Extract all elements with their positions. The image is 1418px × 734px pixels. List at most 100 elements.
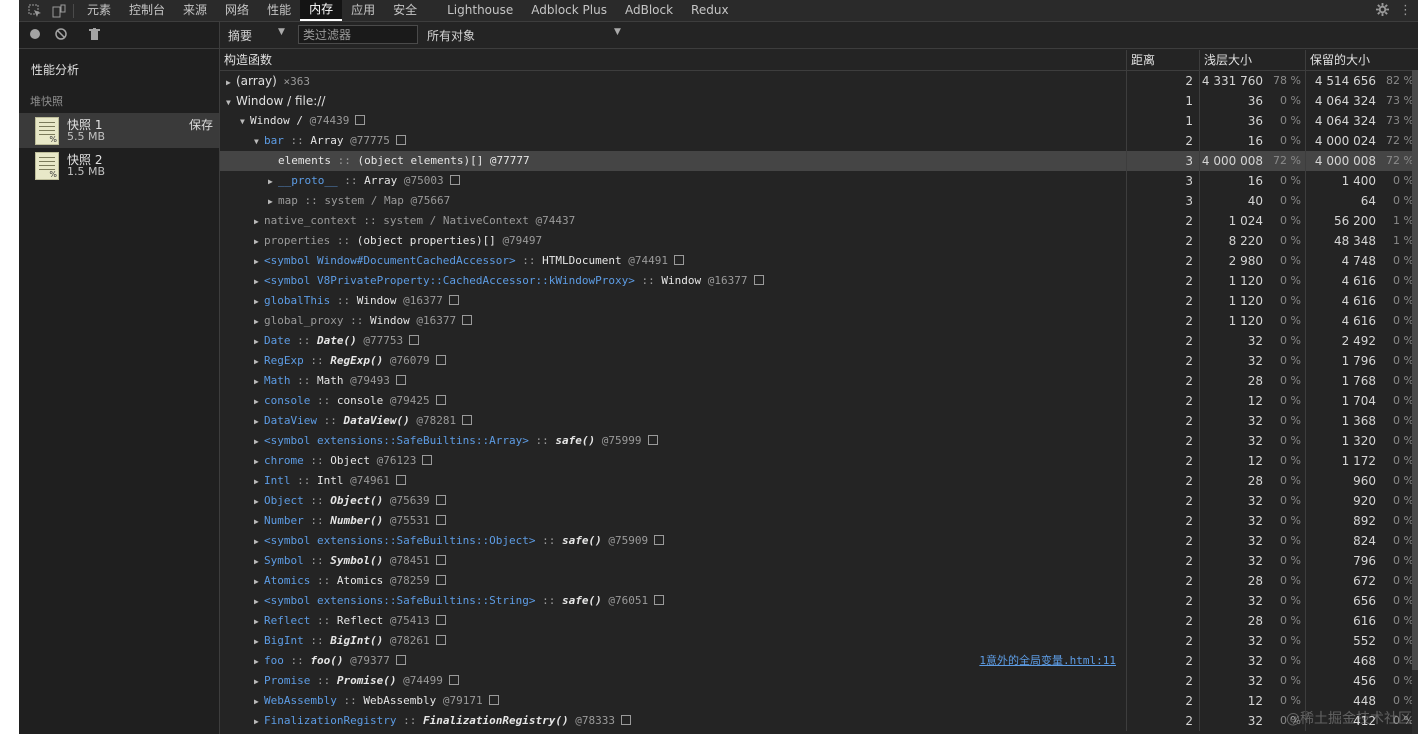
table-row[interactable]: ▶ Symbol :: Symbol() @78451 2 32 0 % 796 0 % — [220, 551, 1418, 571]
tab-9[interactable]: Adblock Plus — [522, 0, 616, 21]
retained-size-percent: 72 % — [1386, 154, 1414, 167]
collapsed-triangle-icon[interactable]: ▶ — [254, 692, 264, 711]
table-row[interactable]: ▼ Window / @74439 1 36 0 % 4 064 324 73 % — [220, 111, 1418, 131]
column-header-constructor[interactable]: 构造函数 — [220, 50, 1127, 70]
table-row[interactable]: ▶ global_proxy :: Window @16377 2 1 120 0 % 4… — [220, 311, 1418, 331]
settings-gear-icon[interactable] — [1376, 2, 1389, 19]
source-link[interactable]: 1意外的全局变量.html:11 — [979, 651, 1116, 671]
table-row[interactable]: ▶ map :: system / Map @75667 3 40 0 % 64 0 % — [220, 191, 1418, 211]
collapsed-triangle-icon[interactable]: ▶ — [254, 312, 264, 331]
collapsed-triangle-icon[interactable]: ▶ — [254, 412, 264, 431]
table-row[interactable]: ▶ DataView :: DataView() @78281 2 32 0 % 1 36… — [220, 411, 1418, 431]
collapsed-triangle-icon[interactable]: ▶ — [254, 572, 264, 591]
collapsed-triangle-icon[interactable]: ▶ — [268, 172, 278, 191]
table-row[interactable]: ▶ Object :: Object() @75639 2 32 0 % 920 0 % — [220, 491, 1418, 511]
table-row[interactable]: elements :: (object elements)[] @77777 3 4… — [220, 151, 1418, 171]
collapsed-triangle-icon[interactable]: ▶ — [254, 472, 264, 491]
tab-7[interactable]: 安全 — [384, 0, 426, 21]
collapsed-triangle-icon[interactable]: ▶ — [254, 272, 264, 291]
collapsed-triangle-icon[interactable]: ▶ — [254, 352, 264, 371]
table-row[interactable]: ▶ (array) ×363 2 4 331 760 78 % 4 514 656 82 % — [220, 71, 1418, 91]
collapsed-triangle-icon[interactable]: ▶ — [268, 192, 278, 211]
device-toolbar-icon[interactable] — [51, 4, 67, 18]
tab-8[interactable]: Lighthouse — [438, 0, 522, 21]
tab-0[interactable]: 元素 — [78, 0, 120, 21]
expanded-triangle-icon[interactable]: ▼ — [240, 112, 250, 131]
table-row[interactable]: ▶ properties :: (object properties)[] @79… — [220, 231, 1418, 251]
table-row[interactable]: ▶ WebAssembly :: WebAssembly @79171 2 12 0 %… — [220, 691, 1418, 711]
tab-3[interactable]: 网络 — [216, 0, 258, 21]
collapsed-triangle-icon[interactable]: ▶ — [254, 612, 264, 631]
objects-select[interactable]: 所有对象 — [427, 27, 475, 44]
record-icon[interactable] — [29, 28, 41, 43]
collapsed-triangle-icon[interactable]: ▶ — [254, 532, 264, 551]
collapsed-triangle-icon[interactable]: ▶ — [254, 292, 264, 311]
tab-2[interactable]: 来源 — [174, 0, 216, 21]
collapsed-triangle-icon[interactable]: ▶ — [254, 432, 264, 451]
table-row[interactable]: ▶ <symbol extensions::SafeBuiltins::Strin… — [220, 591, 1418, 611]
trash-icon[interactable] — [89, 27, 100, 43]
perspective-dropdown-icon[interactable]: ▼ — [278, 27, 285, 37]
snapshot-item-1[interactable]: % 快照 1 5.5 MB 保存 — [19, 113, 219, 148]
collapsed-triangle-icon[interactable]: ▶ — [254, 712, 264, 731]
column-header-retained-size[interactable]: 保留的大小 — [1306, 50, 1418, 70]
retained-size-value: 4 616 — [1341, 294, 1376, 308]
expanded-triangle-icon[interactable]: ▼ — [254, 132, 264, 151]
collapsed-triangle-icon[interactable]: ▶ — [254, 552, 264, 571]
save-snapshot-button[interactable]: 保存 — [189, 116, 213, 133]
tab-5[interactable]: 内存 — [300, 0, 343, 21]
table-row[interactable]: ▶ BigInt :: BigInt() @78261 2 32 0 % 552 0 % — [220, 631, 1418, 651]
table-row[interactable]: ▶ Intl :: Intl @74961 2 28 0 % 960 0 % — [220, 471, 1418, 491]
collapsed-triangle-icon[interactable]: ▶ — [254, 672, 264, 691]
table-row[interactable]: ▶ RegExp :: RegExp() @76079 2 32 0 % 1 796 0 % — [220, 351, 1418, 371]
table-row[interactable]: ▶ native_context :: system / NativeContex… — [220, 211, 1418, 231]
column-header-distance[interactable]: 距离 — [1127, 50, 1200, 70]
grid-scrollbar-thumb[interactable] — [1412, 70, 1418, 670]
table-row[interactable]: ▶ <symbol extensions::SafeBuiltins::Objec… — [220, 531, 1418, 551]
table-row[interactable]: ▶ console :: console @79425 2 12 0 % 1 704 0 % — [220, 391, 1418, 411]
table-row[interactable]: ▶ Reflect :: Reflect @75413 2 28 0 % 616 0 % — [220, 611, 1418, 631]
column-header-shallow-size[interactable]: 浅层大小 — [1200, 50, 1306, 70]
collapsed-triangle-icon[interactable]: ▶ — [254, 372, 264, 391]
table-row[interactable]: ▶ Promise :: Promise() @74499 2 32 0 % 456 0 % — [220, 671, 1418, 691]
table-row[interactable]: ▶ Number :: Number() @75531 2 32 0 % 892 0 % — [220, 511, 1418, 531]
table-row[interactable]: ▶ Atomics :: Atomics @78259 2 28 0 % 672 0 % — [220, 571, 1418, 591]
collapsed-triangle-icon[interactable]: ▶ — [254, 212, 264, 231]
collapsed-triangle-icon[interactable]: ▶ — [254, 632, 264, 651]
more-options-icon[interactable]: ⋮ — [1399, 3, 1412, 18]
table-row[interactable]: ▶ globalThis :: Window @16377 2 1 120 0 % 4 6… — [220, 291, 1418, 311]
class-filter-input[interactable]: 类过滤器 — [298, 25, 418, 44]
collapsed-triangle-icon[interactable]: ▶ — [254, 392, 264, 411]
table-row[interactable]: ▶ Date :: Date() @77753 2 32 0 % 2 492 0 % — [220, 331, 1418, 351]
table-row[interactable]: ▶ <symbol V8PrivateProperty::CachedAccess… — [220, 271, 1418, 291]
collapsed-triangle-icon[interactable]: ▶ — [254, 492, 264, 511]
expanded-triangle-icon[interactable]: ▼ — [226, 93, 236, 111]
table-row[interactable]: ▼ Window / file://1 36 0 % 4 064 324 73 % — [220, 91, 1418, 111]
shallow-size-value: 4 000 008 — [1201, 154, 1263, 168]
collapsed-triangle-icon[interactable]: ▶ — [254, 452, 264, 471]
snapshot-item-2[interactable]: % 快照 2 1.5 MB — [19, 148, 219, 183]
collapsed-triangle-icon[interactable]: ▶ — [254, 592, 264, 611]
tab-4[interactable]: 性能 — [258, 0, 300, 21]
tab-11[interactable]: Redux — [682, 0, 738, 21]
collapsed-triangle-icon[interactable]: ▶ — [226, 73, 236, 91]
collapsed-triangle-icon[interactable]: ▶ — [254, 232, 264, 251]
collapsed-triangle-icon[interactable]: ▶ — [254, 652, 264, 671]
table-row[interactable]: ▶ FinalizationRegistry :: FinalizationReg… — [220, 711, 1418, 731]
table-row[interactable]: ▼ bar :: Array @77775 2 16 0 % 4 000 024 72 % — [220, 131, 1418, 151]
collapsed-triangle-icon[interactable]: ▶ — [254, 332, 264, 351]
collapsed-triangle-icon[interactable]: ▶ — [254, 512, 264, 531]
collapsed-triangle-icon[interactable]: ▶ — [254, 252, 264, 271]
table-row[interactable]: ▶ chrome :: Object @76123 2 12 0 % 1 172 0 % — [220, 451, 1418, 471]
table-row[interactable]: ▶ <symbol Window#DocumentCachedAccessor> … — [220, 251, 1418, 271]
tab-1[interactable]: 控制台 — [120, 0, 174, 21]
objects-dropdown-icon[interactable]: ▼ — [614, 27, 621, 37]
clear-icon[interactable] — [55, 27, 67, 43]
tab-10[interactable]: AdBlock — [616, 0, 682, 21]
table-row[interactable]: ▶ <symbol extensions::SafeBuiltins::Array… — [220, 431, 1418, 451]
tab-6[interactable]: 应用 — [342, 0, 384, 21]
table-row[interactable]: ▶ Math :: Math @79493 2 28 0 % 1 768 0 % — [220, 371, 1418, 391]
table-row[interactable]: ▶ __proto__ :: Array @75003 3 16 0 % 1 400 0 % — [220, 171, 1418, 191]
inspect-element-icon[interactable] — [27, 4, 43, 18]
table-row[interactable]: ▶ foo :: foo() @79377 1意外的全局变量.html:11 2 32 0… — [220, 651, 1418, 671]
